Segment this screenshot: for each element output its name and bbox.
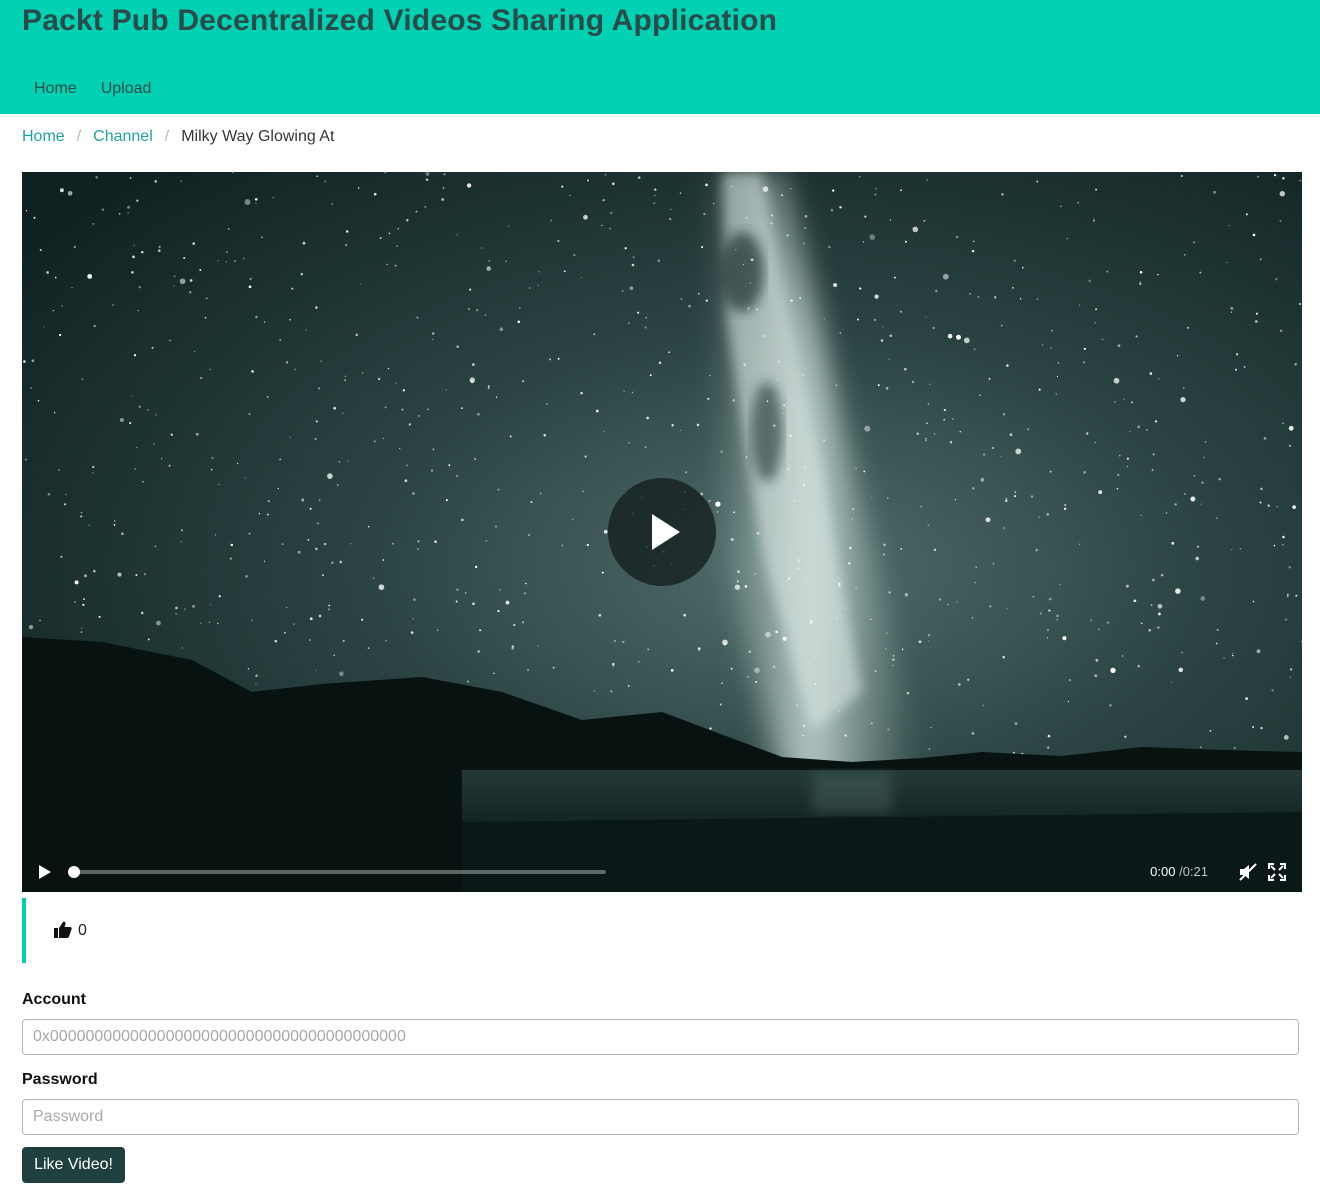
- breadcrumb-home[interactable]: Home: [22, 128, 65, 146]
- like-count: 0: [78, 922, 87, 939]
- play-icon[interactable]: [34, 862, 56, 882]
- app-header: Packt Pub Decentralized Videos Sharing A…: [0, 0, 1320, 114]
- play-icon: [652, 514, 680, 550]
- account-input[interactable]: [22, 1019, 1299, 1055]
- fullscreen-icon[interactable]: [1268, 863, 1286, 881]
- like-video-button[interactable]: Like Video!: [22, 1147, 125, 1183]
- breadcrumb-separator: /: [76, 128, 82, 145]
- breadcrumb: Home / Channel / Milky Way Glowing At: [22, 128, 334, 146]
- account-label: Account: [22, 991, 86, 1008]
- nav-item-home[interactable]: Home: [22, 78, 89, 100]
- main-nav: Home Upload: [22, 78, 163, 100]
- breadcrumb-separator: /: [164, 128, 170, 145]
- breadcrumb-current: Milky Way Glowing At: [181, 128, 335, 145]
- duration: 0:21: [1182, 864, 1208, 879]
- password-label: Password: [22, 1071, 98, 1088]
- nav-item-upload[interactable]: Upload: [89, 78, 164, 100]
- video-time: 0:00 /0:21: [1150, 864, 1208, 879]
- video-player[interactable]: 0:00 /0:21: [22, 172, 1302, 892]
- likes-panel: 0: [22, 898, 1300, 963]
- big-play-button[interactable]: [608, 478, 716, 586]
- app-title: Packt Pub Decentralized Videos Sharing A…: [22, 4, 778, 37]
- video-controls: 0:00 /0:21: [22, 852, 1302, 892]
- thumbs-up-icon: [54, 921, 72, 938]
- current-time: 0:00: [1150, 864, 1176, 879]
- breadcrumb-channel[interactable]: Channel: [93, 128, 153, 146]
- password-input[interactable]: [22, 1099, 1299, 1135]
- video-progress-bar[interactable]: [68, 866, 606, 878]
- progress-handle[interactable]: [68, 866, 80, 878]
- volume-muted-icon[interactable]: [1238, 863, 1258, 881]
